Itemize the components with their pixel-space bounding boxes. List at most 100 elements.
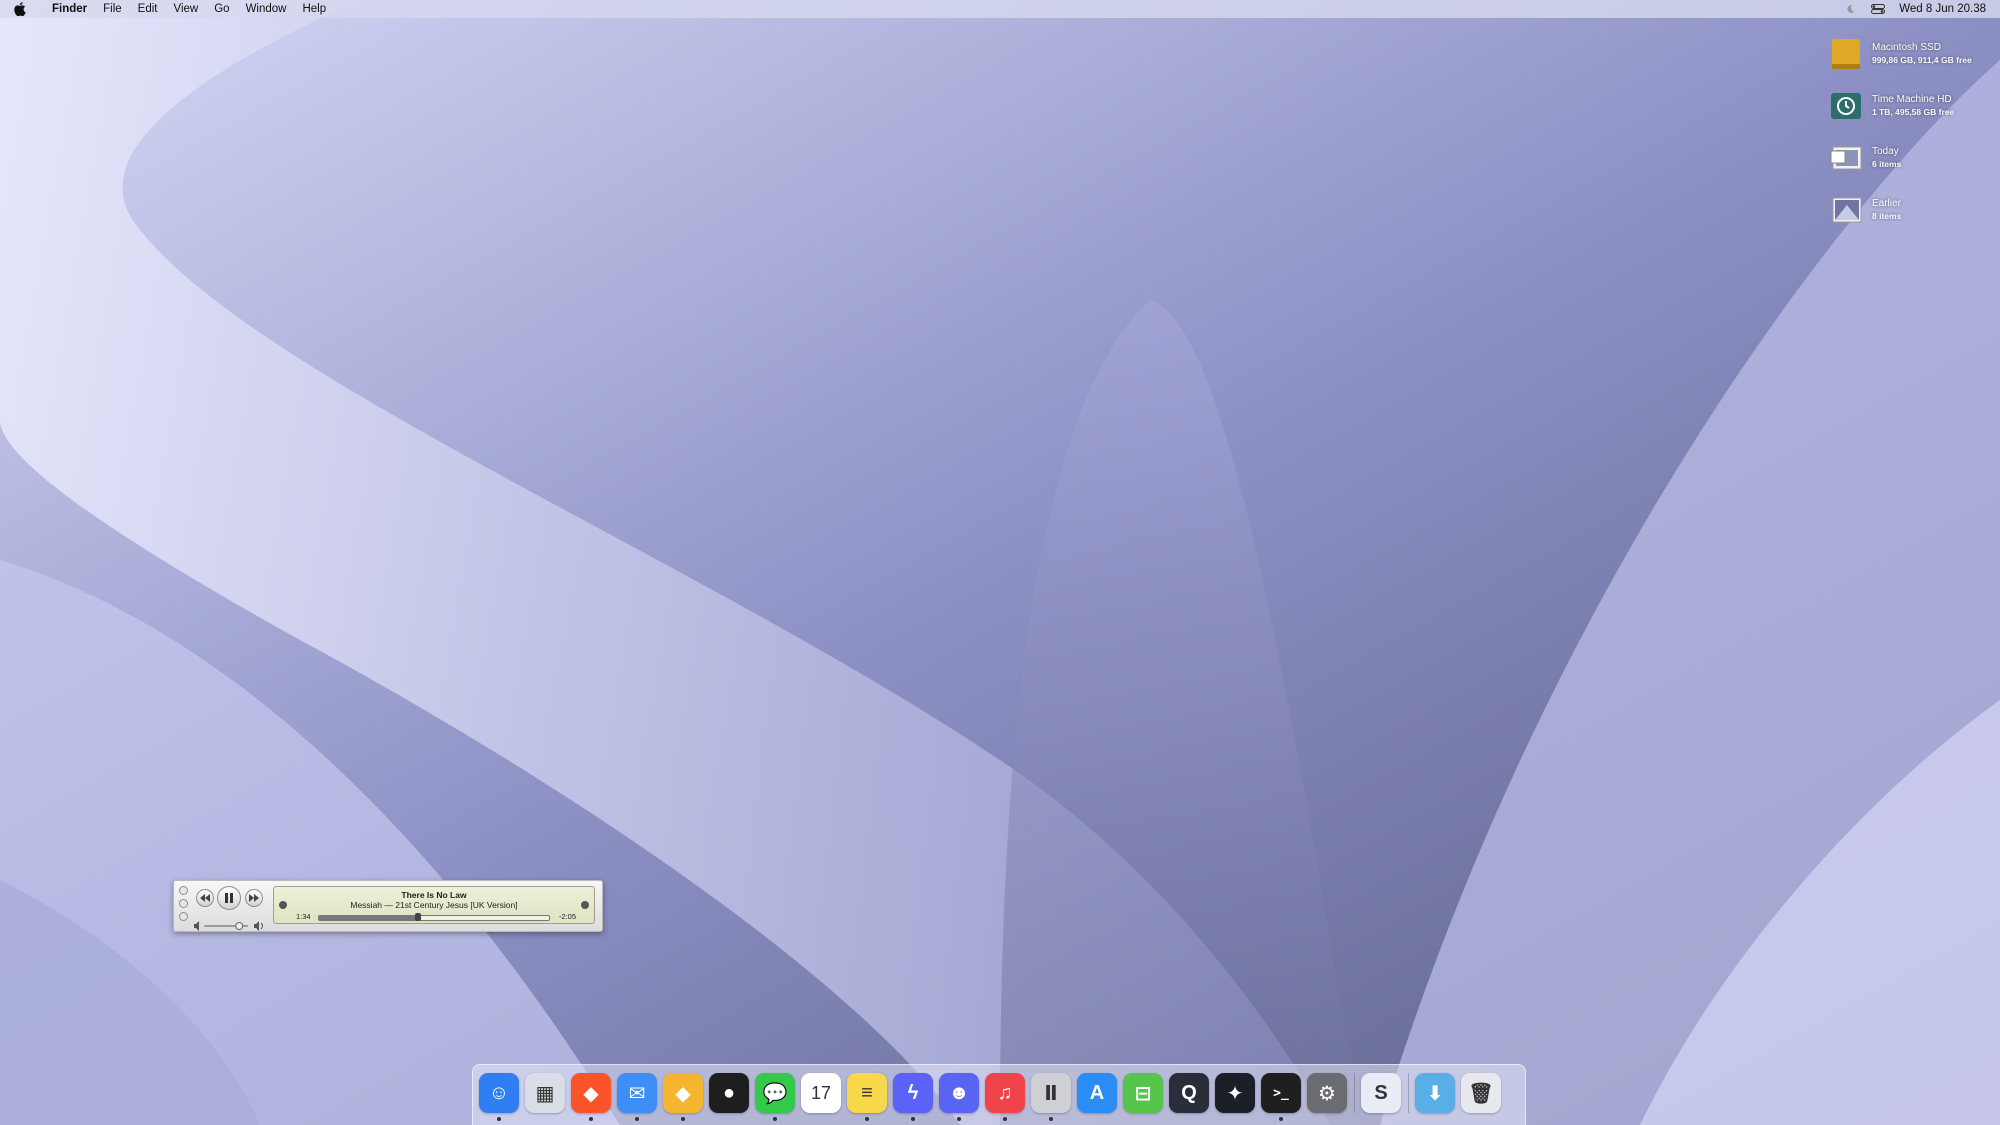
desktop-item-today[interactable]: Today 6 items xyxy=(1828,132,1988,184)
dock-app-app-store[interactable]: A xyxy=(1077,1073,1117,1113)
running-indicator xyxy=(865,1117,869,1121)
music-icon: ♫ xyxy=(997,1081,1013,1104)
desktop-item-sub: 999,86 GB, 911,4 GB free xyxy=(1872,55,1972,65)
sketch-icon: ◆ xyxy=(675,1082,691,1105)
desktop-item-earlier[interactable]: Earlier 8 items xyxy=(1828,184,1988,236)
running-indicator xyxy=(773,1117,777,1121)
dock-app-messages[interactable]: 💬 xyxy=(755,1073,795,1113)
desktop-item-time-machine[interactable]: Time Machine HD 1 TB, 495,58 GB free xyxy=(1828,80,1988,132)
dock-app-calendar[interactable]: 17 xyxy=(801,1073,841,1113)
messages-icon: 💬 xyxy=(762,1082,788,1105)
desktop-wallpaper xyxy=(0,0,2000,1125)
desktop-item-label: Time Machine HD xyxy=(1872,94,1952,105)
drop-icon: ⊟ xyxy=(1134,1082,1152,1105)
menu-go[interactable]: Go xyxy=(206,3,237,15)
lcd-right-button[interactable] xyxy=(581,901,589,909)
dock-separator xyxy=(1408,1073,1409,1113)
running-indicator xyxy=(635,1117,639,1121)
now-playing-display: There Is No Law Messiah — 21st Century J… xyxy=(273,886,595,924)
apple-menu-icon[interactable] xyxy=(14,2,28,16)
play-pause-button[interactable] xyxy=(217,886,241,910)
previous-track-button[interactable] xyxy=(196,889,214,907)
mail-icon: ✉ xyxy=(628,1082,646,1105)
dock-app-notes[interactable]: ≡ xyxy=(847,1073,887,1113)
volume-slider[interactable] xyxy=(194,918,266,931)
dock-app-finder[interactable]: ☺ xyxy=(479,1073,519,1113)
dock-app-figma[interactable]: ● xyxy=(709,1073,749,1113)
rewind-icon xyxy=(200,894,210,902)
dock-app-trash[interactable]: 🗑 xyxy=(1461,1073,1501,1113)
dock-app-system-preferences[interactable]: ⚙ xyxy=(1307,1073,1347,1113)
track-title: There Is No Law xyxy=(401,890,467,900)
remaining-time: -2:05 xyxy=(558,912,576,921)
running-indicator xyxy=(589,1117,593,1121)
menu-edit[interactable]: Edit xyxy=(130,3,166,15)
dock-app-music[interactable]: ♫ xyxy=(985,1073,1025,1113)
trash-icon: 🗑 xyxy=(1468,1082,1494,1105)
zoom-button[interactable] xyxy=(179,912,188,921)
progress-bar[interactable] xyxy=(318,913,550,921)
desktop-item-sub: 1 TB, 495,58 GB free xyxy=(1872,107,1955,117)
dock-app-drop[interactable]: ⊟ xyxy=(1123,1073,1163,1113)
stack-icon xyxy=(1828,140,1864,176)
minimize-button[interactable] xyxy=(179,899,188,908)
dock-app-shazam[interactable]: S xyxy=(1361,1073,1401,1113)
desktop-item-label: Macintosh SSD xyxy=(1872,42,1941,53)
drive-icon xyxy=(1828,36,1864,72)
dock-app-discord[interactable]: ☻ xyxy=(939,1073,979,1113)
fast-forward-icon xyxy=(249,894,259,902)
brave-icon: ◆ xyxy=(583,1082,599,1105)
running-indicator xyxy=(681,1117,685,1121)
dock-app-pause[interactable]: Ⅱ xyxy=(1031,1073,1071,1113)
menu-help[interactable]: Help xyxy=(294,3,334,15)
finder-icon: ☺ xyxy=(488,1081,510,1104)
control-center-icon[interactable] xyxy=(1871,3,1886,15)
next-track-button[interactable] xyxy=(245,889,263,907)
dock-separator xyxy=(1354,1073,1355,1113)
menu-bar: Finder File Edit View Go Window Help Wed… xyxy=(0,0,2000,18)
time-machine-icon xyxy=(1828,88,1864,124)
pause-icon: Ⅱ xyxy=(1044,1082,1058,1105)
desktop-item-macintosh-ssd[interactable]: Macintosh SSD 999,86 GB, 911,4 GB free xyxy=(1828,28,1988,80)
downloads-icon: ⬇ xyxy=(1426,1082,1444,1105)
running-indicator xyxy=(1279,1117,1283,1121)
launchpad-icon: ▦ xyxy=(535,1082,555,1105)
dock-app-launchpad[interactable]: ▦ xyxy=(525,1073,565,1113)
progress-fill xyxy=(319,916,418,920)
calendar-icon: 17 xyxy=(810,1082,832,1103)
close-button[interactable] xyxy=(179,886,188,895)
moon-icon[interactable] xyxy=(1843,3,1857,15)
menu-clock[interactable]: Wed 8 Jun 20.38 xyxy=(1899,3,1986,15)
menu-app-name[interactable]: Finder xyxy=(44,3,95,15)
shazam-icon: S xyxy=(1374,1081,1388,1104)
quicktime-icon: Q xyxy=(1181,1081,1197,1104)
stack-icon xyxy=(1828,192,1864,228)
messenger-icon: ϟ xyxy=(907,1081,919,1104)
desktop-item-sub: 8 items xyxy=(1872,211,1902,221)
running-indicator xyxy=(1003,1117,1007,1121)
dock-app-downloads[interactable]: ⬇ xyxy=(1415,1073,1455,1113)
dock-app-terminal[interactable]: >_ xyxy=(1261,1073,1301,1113)
music-mini-player[interactable]: There Is No Law Messiah — 21st Century J… xyxy=(173,880,603,932)
dock-app-mail[interactable]: ✉ xyxy=(617,1073,657,1113)
volume-high-icon xyxy=(254,921,259,931)
dock-app-quicktime[interactable]: Q xyxy=(1169,1073,1209,1113)
menu-file[interactable]: File xyxy=(95,3,130,15)
desktop-item-label: Today xyxy=(1872,146,1899,157)
dock: ☺ ▦ ◆ ✉ ◆ ● 💬 17 ≡ ϟ ☻ ♫ Ⅱ A ⊟ Q ✦ >_ ⚙ S ⬇ 🗑 xyxy=(472,1064,1526,1125)
progress-knob[interactable] xyxy=(414,913,421,921)
dock-app-beta-app[interactable]: ✦ xyxy=(1215,1073,1255,1113)
pause-icon xyxy=(225,893,233,903)
window-controls xyxy=(179,886,188,921)
figma-icon: ● xyxy=(722,1081,736,1104)
dock-app-messenger[interactable]: ϟ xyxy=(893,1073,933,1113)
menu-view[interactable]: View xyxy=(166,3,207,15)
system-preferences-icon: ⚙ xyxy=(1318,1082,1336,1105)
dock-app-brave[interactable]: ◆ xyxy=(571,1073,611,1113)
notes-icon: ≡ xyxy=(861,1081,873,1104)
dock-app-sketch[interactable]: ◆ xyxy=(663,1073,703,1113)
discord-icon: ☻ xyxy=(948,1081,970,1104)
menu-window[interactable]: Window xyxy=(238,3,295,15)
desktop-item-sub: 6 items xyxy=(1872,159,1902,169)
running-indicator xyxy=(497,1117,501,1121)
